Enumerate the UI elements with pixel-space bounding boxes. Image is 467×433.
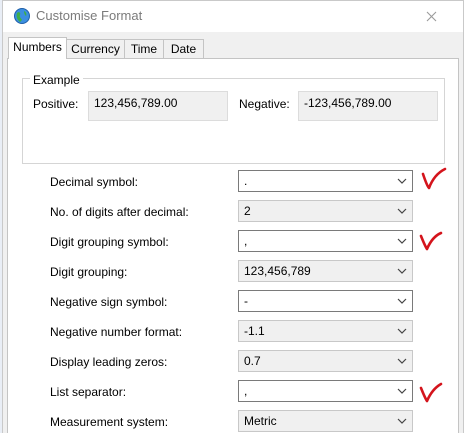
measurement-system-label: Measurement system:	[50, 415, 169, 429]
decimal-symbol-value: .	[244, 174, 248, 188]
list-separator-label: List separator:	[50, 385, 127, 399]
display-leading-zeros-value: 0.7	[244, 354, 261, 368]
example-heading: Example	[30, 73, 83, 87]
digit-grouping-symbol-label: Digit grouping symbol:	[50, 235, 169, 249]
list-separator-dropdown[interactable]: ,	[238, 380, 413, 402]
digit-grouping-value: 123,456,789	[244, 264, 311, 278]
decimal-symbol-label: Decimal symbol:	[50, 175, 139, 189]
digit-grouping-symbol-value: ,	[244, 234, 248, 248]
chevron-down-icon	[397, 388, 407, 394]
chevron-down-icon	[397, 178, 407, 184]
negative-sign-symbol-value: -	[244, 294, 248, 308]
measurement-system-value: Metric	[244, 414, 277, 428]
close-button[interactable]	[413, 3, 449, 29]
display-leading-zeros-dropdown[interactable]: 0.7	[238, 350, 413, 372]
digits-after-decimal-value: 2	[244, 204, 251, 218]
chevron-down-icon	[397, 238, 407, 244]
negative-example-field: -123,456,789.00	[298, 91, 438, 121]
check-mark-icon	[421, 167, 447, 190]
tab-time[interactable]: Time	[124, 39, 164, 58]
digit-grouping-label: Digit grouping:	[50, 265, 128, 279]
chevron-down-icon	[397, 298, 407, 304]
window-title: Customise Format	[36, 8, 143, 23]
title-bar: Customise Format	[3, 1, 463, 32]
digits-after-decimal-dropdown[interactable]: 2	[238, 200, 413, 222]
negative-sign-symbol-dropdown[interactable]: -	[238, 290, 413, 312]
chevron-down-icon	[397, 268, 407, 274]
chevron-down-icon	[397, 208, 407, 214]
positive-example-field: 123,456,789.00	[88, 91, 228, 121]
list-separator-value: ,	[244, 384, 248, 398]
negative-number-format-value: -1.1	[244, 324, 265, 338]
digit-grouping-symbol-dropdown[interactable]: ,	[238, 230, 413, 252]
tab-currency[interactable]: Currency	[66, 39, 125, 58]
tab-date[interactable]: Date	[163, 39, 204, 58]
digit-grouping-dropdown[interactable]: 123,456,789	[238, 260, 413, 282]
chevron-down-icon	[397, 358, 407, 364]
tab-numbers[interactable]: Numbers	[8, 37, 67, 59]
display-leading-zeros-label: Display leading zeros:	[50, 355, 168, 369]
negative-number-format-label: Negative number format:	[50, 325, 183, 339]
positive-label: Positive:	[33, 97, 79, 111]
negative-number-format-dropdown[interactable]: -1.1	[238, 320, 413, 342]
chevron-down-icon	[397, 418, 407, 424]
close-icon	[426, 11, 436, 21]
decimal-symbol-dropdown[interactable]: .	[238, 170, 413, 192]
globe-icon	[14, 8, 30, 24]
negative-label: Negative:	[239, 97, 290, 111]
measurement-system-dropdown[interactable]: Metric	[238, 410, 413, 432]
chevron-down-icon	[397, 328, 407, 334]
digits-after-decimal-label: No. of digits after decimal:	[50, 205, 189, 219]
negative-sign-symbol-label: Negative sign symbol:	[50, 295, 168, 309]
check-mark-icon	[419, 231, 443, 251]
check-mark-icon	[419, 382, 443, 403]
